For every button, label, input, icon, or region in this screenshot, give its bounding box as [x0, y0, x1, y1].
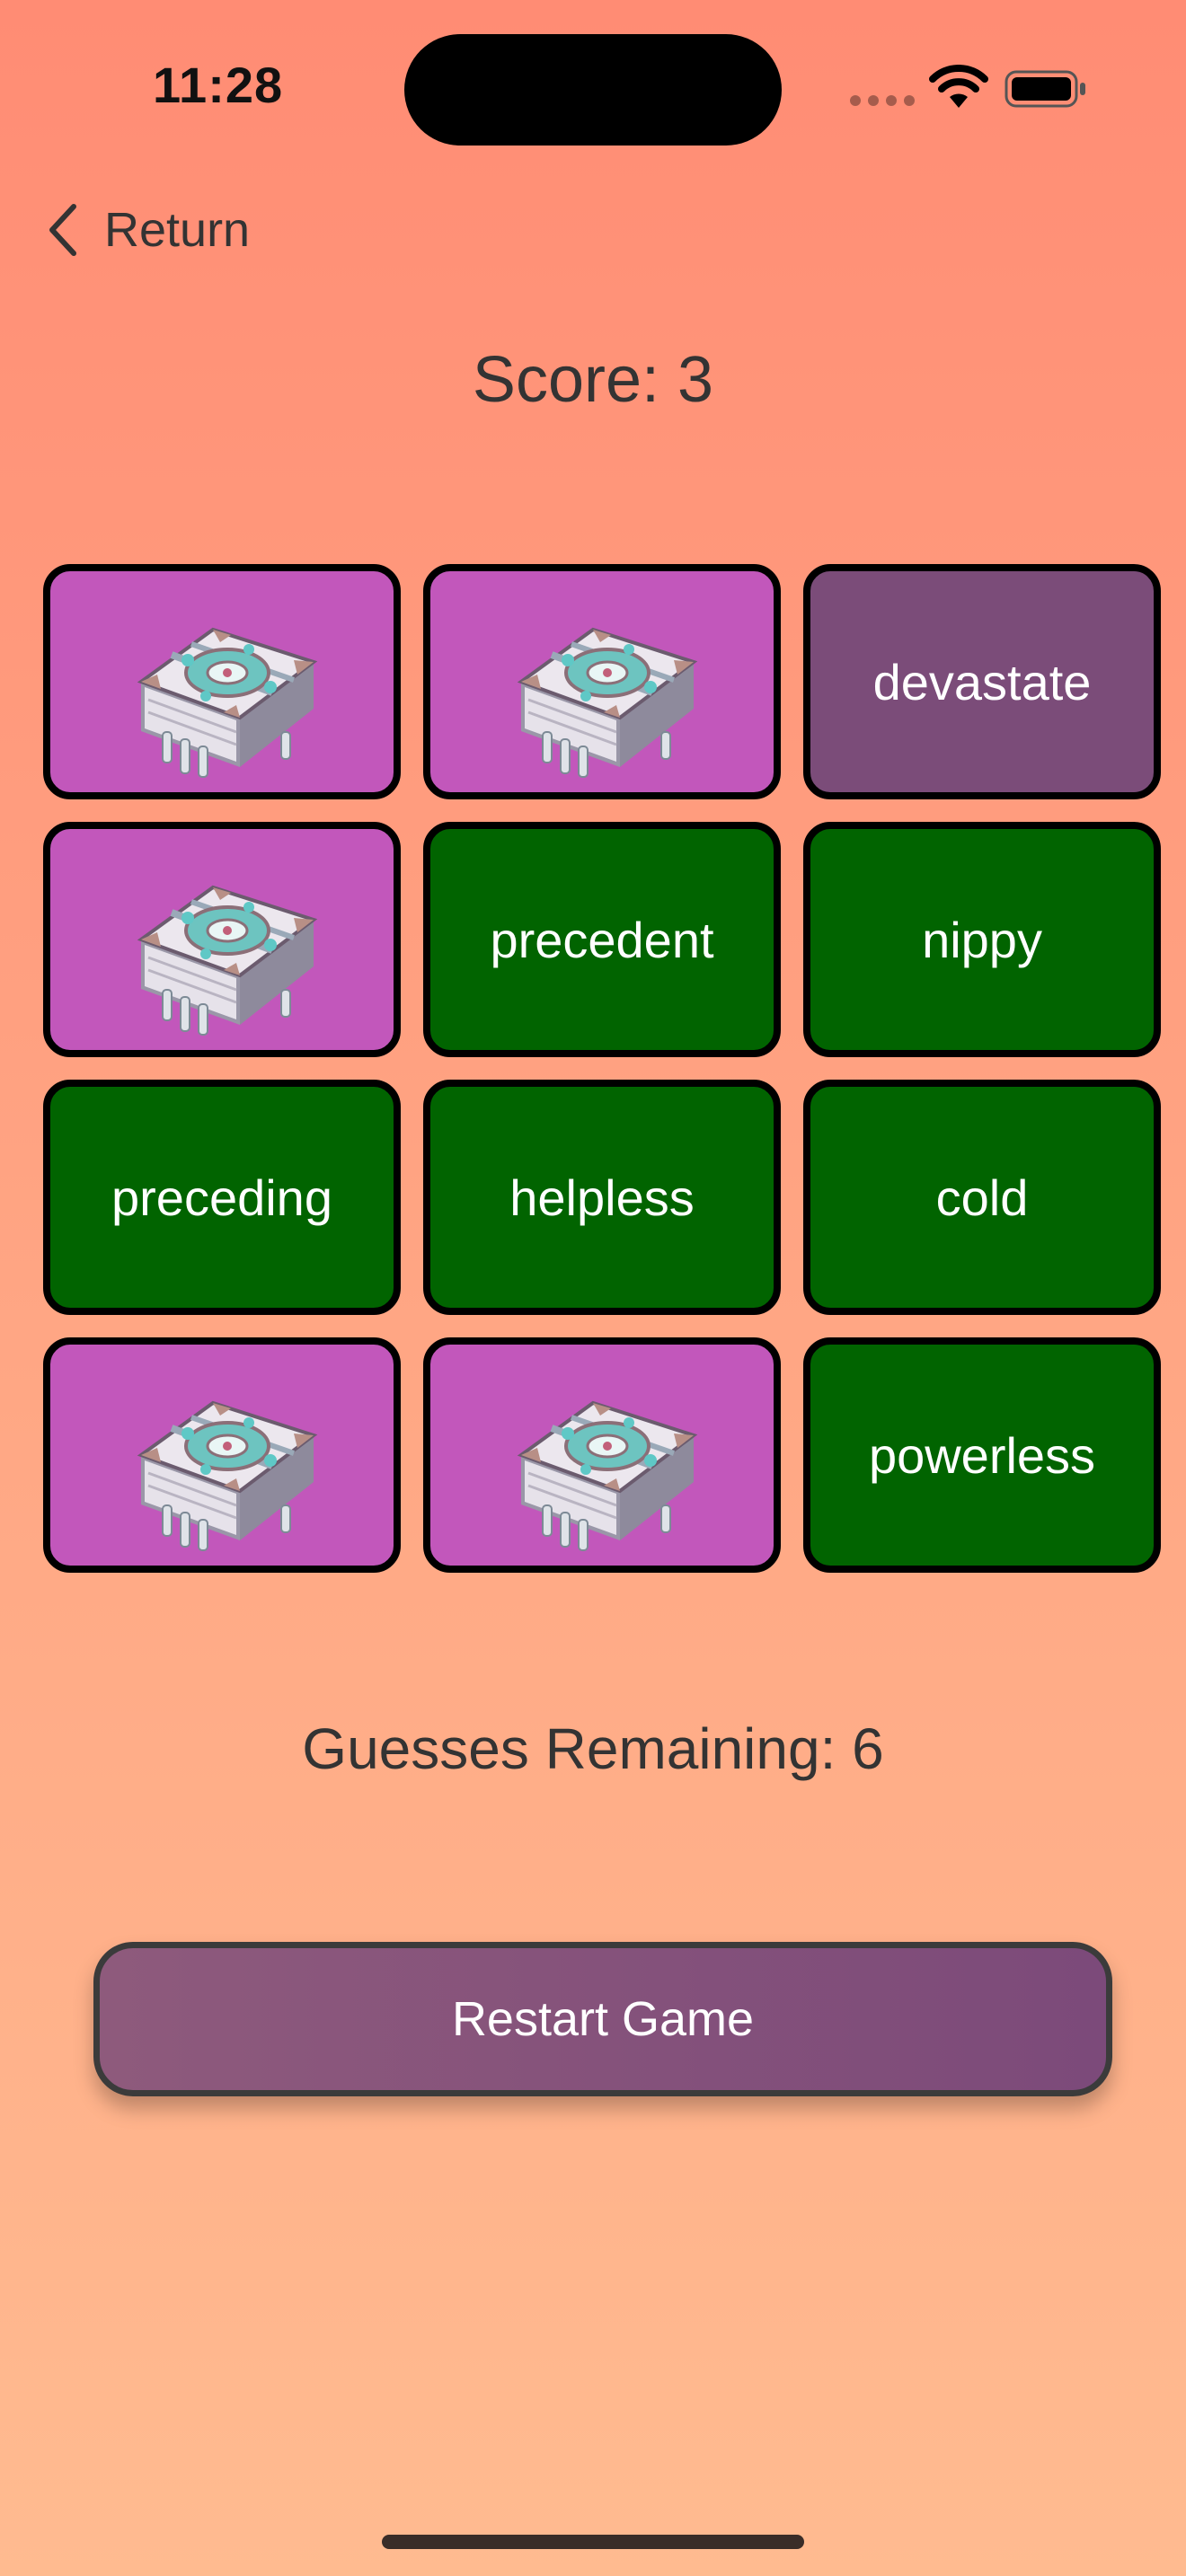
guesses-value: 6 [852, 1716, 884, 1781]
chevron-left-icon [49, 204, 76, 256]
score-value: 3 [677, 344, 714, 416]
score-label: Score: [472, 344, 660, 416]
guesses-remaining: Guesses Remaining: 6 [0, 1716, 1186, 1782]
card[interactable] [423, 564, 781, 799]
card[interactable]: precedent [423, 822, 781, 1057]
score-display: Score: 3 [0, 343, 1186, 417]
card[interactable] [43, 1337, 401, 1573]
dynamic-island [404, 34, 782, 146]
battery-icon [1005, 70, 1085, 108]
book-icon [517, 1400, 698, 1551]
card[interactable] [423, 1337, 781, 1573]
card-grid: devastate precedent nippy preceding help… [43, 564, 1164, 1573]
cellular-signal-icon [850, 95, 915, 106]
card[interactable]: powerless [803, 1337, 1161, 1573]
card-word: precedent [490, 911, 714, 968]
card-word: helpless [509, 1169, 695, 1226]
home-indicator[interactable] [382, 2535, 804, 2549]
book-icon [137, 627, 318, 778]
card-word: cold [935, 1169, 1029, 1226]
return-button[interactable]: Return [47, 198, 250, 262]
card[interactable]: cold [803, 1080, 1161, 1315]
card-word: devastate [872, 653, 1092, 710]
return-label: Return [104, 203, 251, 257]
card-word: preceding [111, 1169, 332, 1226]
card[interactable] [43, 822, 401, 1057]
wifi-icon [929, 65, 988, 108]
card-word: nippy [922, 911, 1042, 968]
book-icon [137, 885, 318, 1036]
card[interactable]: helpless [423, 1080, 781, 1315]
card-word: powerless [868, 1426, 1096, 1484]
card[interactable] [43, 564, 401, 799]
card[interactable]: nippy [803, 822, 1161, 1057]
book-icon [517, 627, 698, 778]
guesses-label: Guesses Remaining: [302, 1716, 836, 1781]
status-time: 11:28 [153, 57, 284, 113]
book-icon [137, 1400, 318, 1551]
card[interactable]: devastate [803, 564, 1161, 799]
card[interactable]: preceding [43, 1080, 401, 1315]
restart-game-button[interactable]: Restart Game [93, 1942, 1112, 2096]
